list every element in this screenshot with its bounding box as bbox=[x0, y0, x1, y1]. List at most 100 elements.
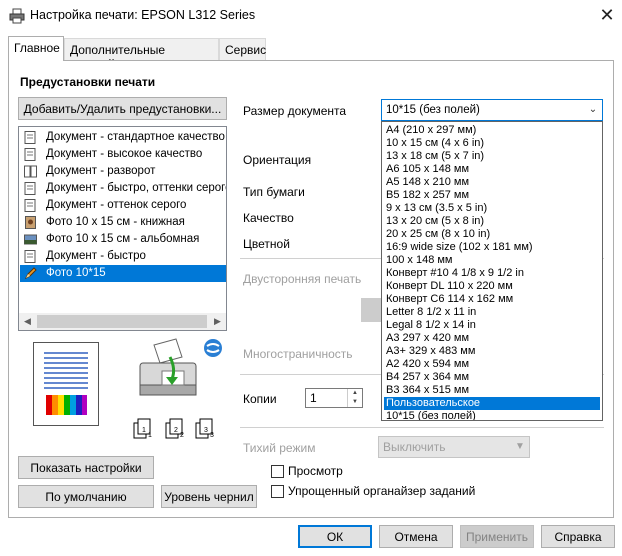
quiet-mode-label: Тихий режим bbox=[243, 441, 316, 455]
ink-levels-button[interactable]: Уровень чернил bbox=[161, 485, 257, 508]
collate-copies-icon: 1 1 2 2 3 3 bbox=[130, 415, 222, 441]
orientation-label: Ориентация bbox=[243, 153, 312, 167]
copy-number-label: 3 bbox=[204, 427, 208, 434]
copy-number-label: 2 bbox=[174, 427, 178, 434]
doc-size-option[interactable]: Конверт #10 4 1/8 x 9 1/2 in bbox=[384, 267, 600, 280]
document-icon bbox=[24, 148, 37, 161]
preview-checkbox[interactable] bbox=[271, 465, 284, 478]
doc-size-option[interactable]: A4 (210 x 297 мм) bbox=[384, 124, 600, 137]
doc-size-dropdown-list[interactable]: A4 (210 x 297 мм) 10 x 15 см (4 x 6 in) 13… bbox=[381, 121, 603, 421]
scroll-thumb[interactable] bbox=[37, 315, 207, 328]
doc-size-option[interactable]: Legal 8 1/2 x 14 in bbox=[384, 319, 600, 332]
scroll-left-icon[interactable]: ◀ bbox=[19, 313, 36, 330]
doc-size-select[interactable]: 10*15 (без полей) bbox=[381, 99, 603, 121]
doc-size-option[interactable]: Пользовательское bbox=[384, 397, 600, 410]
job-arranger-checkbox-label[interactable]: Упрощенный органайзер заданий bbox=[288, 484, 475, 498]
doc-size-option[interactable]: 100 x 148 мм bbox=[384, 254, 600, 267]
preset-item[interactable]: Документ - разворот bbox=[20, 163, 226, 180]
job-arranger-checkbox[interactable] bbox=[271, 485, 284, 498]
chevron-down-icon: ▼ bbox=[515, 441, 525, 452]
duplex-label: Двусторонняя печать bbox=[243, 272, 362, 286]
presets-heading: Предустановки печати bbox=[20, 75, 156, 89]
doc-size-option[interactable]: Letter 8 1/2 x 11 in bbox=[384, 306, 600, 319]
preset-label: Фото 10 x 15 см - книжная bbox=[46, 216, 185, 228]
window-title: Настройка печати: EPSON L312 Series bbox=[30, 8, 256, 22]
duplex-settings-button bbox=[361, 298, 381, 322]
doc-size-option[interactable]: A2 420 x 594 мм bbox=[384, 358, 600, 371]
document-icon bbox=[24, 131, 37, 144]
photo-icon bbox=[24, 233, 37, 246]
photo-icon bbox=[24, 216, 37, 229]
document-icon bbox=[24, 250, 37, 263]
scroll-right-icon[interactable]: ▶ bbox=[209, 313, 226, 330]
copy-number-label: 2 bbox=[180, 432, 184, 439]
doc-size-option[interactable]: 10*15 (без полей) bbox=[384, 410, 600, 420]
preview-checkbox-label[interactable]: Просмотр bbox=[288, 464, 343, 478]
copies-increment-icon[interactable]: ▲ bbox=[347, 389, 362, 398]
quiet-mode-select: Выключить bbox=[378, 436, 530, 458]
preset-list[interactable]: Документ - стандартное качество Документ… bbox=[18, 126, 227, 331]
doc-size-option[interactable]: B3 364 x 515 мм bbox=[384, 384, 600, 397]
preset-label: Фото 10*15 bbox=[46, 267, 106, 279]
chevron-down-icon[interactable]: ⌄ bbox=[585, 100, 601, 120]
copies-decrement-icon[interactable]: ▼ bbox=[347, 398, 362, 407]
tab-advanced-settings[interactable]: Дополнительные настройки bbox=[64, 38, 219, 71]
preset-list-hscrollbar[interactable]: ◀ ▶ bbox=[19, 313, 226, 330]
preset-label: Документ - оттенок серого bbox=[46, 199, 187, 211]
copy-number-label: 3 bbox=[210, 432, 214, 439]
preset-label: Фото 10 x 15 см - альбомная bbox=[46, 233, 200, 245]
show-settings-button[interactable]: Показать настройки bbox=[18, 456, 154, 479]
preset-label: Документ - быстро, оттенки серого bbox=[46, 182, 227, 194]
preset-item[interactable]: Документ - быстро bbox=[20, 248, 226, 265]
doc-size-option[interactable]: 13 x 18 см (5 x 7 in) bbox=[384, 150, 600, 163]
multipage-label: Многостраничность bbox=[243, 347, 353, 361]
add-remove-presets-button[interactable]: Добавить/Удалить предустановки... bbox=[18, 97, 227, 120]
preset-item[interactable]: Документ - высокое качество bbox=[20, 146, 226, 163]
doc-size-label: Размер документа bbox=[243, 104, 347, 118]
ok-button[interactable]: ОК bbox=[298, 525, 372, 548]
color-label: Цветной bbox=[243, 237, 290, 251]
preset-label: Документ - высокое качество bbox=[46, 148, 203, 160]
doc-size-option[interactable]: A6 105 x 148 мм bbox=[384, 163, 600, 176]
preset-item[interactable]: Фото 10 x 15 см - альбомная bbox=[20, 231, 226, 248]
page-preview bbox=[33, 342, 99, 426]
doc-size-option[interactable]: A3+ 329 x 483 мм bbox=[384, 345, 600, 358]
doc-size-option[interactable]: 10 x 15 см (4 x 6 in) bbox=[384, 137, 600, 150]
doc-size-option[interactable]: B5 182 x 257 мм bbox=[384, 189, 600, 202]
quality-label: Качество bbox=[243, 211, 294, 225]
preset-label: Документ - разворот bbox=[46, 165, 156, 177]
doc-size-option[interactable]: B4 257 x 364 мм bbox=[384, 371, 600, 384]
printer-icon bbox=[9, 8, 25, 24]
globe-icon[interactable] bbox=[203, 338, 223, 358]
copy-number-label: 1 bbox=[148, 432, 152, 439]
document-icon bbox=[24, 182, 37, 195]
restore-defaults-button[interactable]: По умолчанию bbox=[18, 485, 154, 508]
preset-item[interactable]: Документ - оттенок серого bbox=[20, 197, 226, 214]
doc-size-option[interactable]: 20 x 25 см (8 x 10 in) bbox=[384, 228, 600, 241]
cancel-button[interactable]: Отмена bbox=[379, 525, 453, 548]
printer-preview-icon bbox=[132, 335, 212, 407]
preset-item[interactable]: Документ - стандартное качество bbox=[20, 129, 226, 146]
doc-size-option[interactable]: Конверт C6 114 x 162 мм bbox=[384, 293, 600, 306]
doc-size-option[interactable]: 16:9 wide size (102 x 181 мм) bbox=[384, 241, 600, 254]
doc-size-option[interactable]: 13 x 20 см (5 x 8 in) bbox=[384, 215, 600, 228]
tab-main[interactable]: Главное bbox=[8, 36, 64, 61]
preset-item-selected[interactable]: Фото 10*15 bbox=[20, 265, 226, 282]
divider bbox=[240, 427, 604, 428]
doc-size-option[interactable]: 9 x 13 см (3.5 x 5 in) bbox=[384, 202, 600, 215]
doc-size-option[interactable]: Конверт DL 110 x 220 мм bbox=[384, 280, 600, 293]
two-page-icon bbox=[24, 165, 37, 178]
preset-label: Документ - быстро bbox=[46, 250, 146, 262]
paper-type-label: Тип бумаги bbox=[243, 185, 305, 199]
copy-number-label: 1 bbox=[142, 427, 146, 434]
help-button[interactable]: Справка bbox=[541, 525, 615, 548]
apply-button: Применить bbox=[460, 525, 534, 548]
preset-label: Документ - стандартное качество bbox=[46, 131, 225, 143]
doc-size-option[interactable]: A3 297 x 420 мм bbox=[384, 332, 600, 345]
tab-service[interactable]: Сервис bbox=[219, 38, 266, 60]
close-icon[interactable]: ✕ bbox=[596, 4, 618, 26]
pencil-icon bbox=[24, 267, 37, 280]
preset-item[interactable]: Фото 10 x 15 см - книжная bbox=[20, 214, 226, 231]
doc-size-option[interactable]: A5 148 x 210 мм bbox=[384, 176, 600, 189]
preset-item[interactable]: Документ - быстро, оттенки серого bbox=[20, 180, 227, 197]
